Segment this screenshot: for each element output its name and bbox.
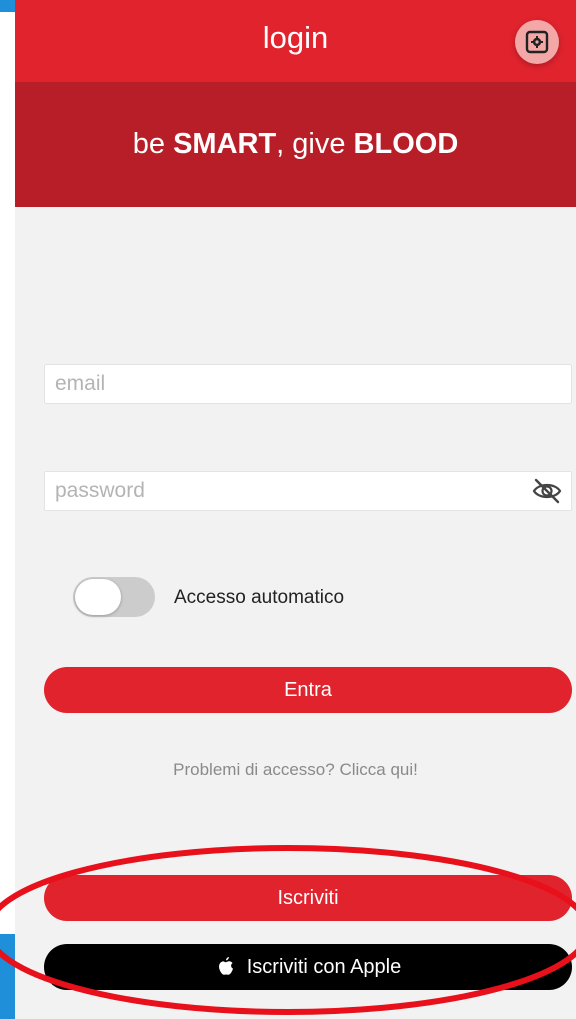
settings-button[interactable]: [515, 20, 559, 64]
eye-off-icon[interactable]: [531, 477, 563, 505]
apple-register-button[interactable]: Iscriviti con Apple: [44, 944, 572, 990]
password-input[interactable]: [55, 478, 515, 504]
tagline-middle: , give: [276, 128, 354, 160]
gear-icon: [525, 30, 549, 54]
tagline-prefix: be: [132, 128, 174, 160]
toggle-knob: [75, 579, 121, 615]
tagline-blood: BLOOD: [353, 128, 459, 160]
login-screen: login be SMART, give BLOOD email Accesso…: [15, 0, 576, 1019]
left-background-strip: [0, 12, 15, 934]
auto-login-toggle[interactable]: [73, 577, 155, 617]
login-button[interactable]: Entra: [44, 667, 572, 713]
tagline: be SMART, give BLOOD: [15, 128, 576, 161]
password-field[interactable]: [44, 471, 572, 511]
apple-icon: [218, 957, 233, 975]
login-help-link[interactable]: Problemi di accesso? Clicca qui!: [15, 760, 576, 780]
apple-register-label: Iscriviti con Apple: [246, 955, 402, 978]
email-input[interactable]: [55, 371, 515, 397]
tagline-smart: SMART: [173, 128, 277, 160]
tagline-banner: be SMART, give BLOOD: [15, 82, 576, 207]
register-button[interactable]: Iscriviti: [44, 875, 572, 921]
auto-login-label: Accesso automatico: [174, 587, 345, 608]
email-field[interactable]: [44, 364, 572, 404]
bottom-left-strip: [0, 934, 15, 1019]
page-title: login: [262, 20, 329, 55]
auto-login-row: Accesso automatico: [73, 577, 493, 619]
header-bar: login: [15, 0, 576, 82]
